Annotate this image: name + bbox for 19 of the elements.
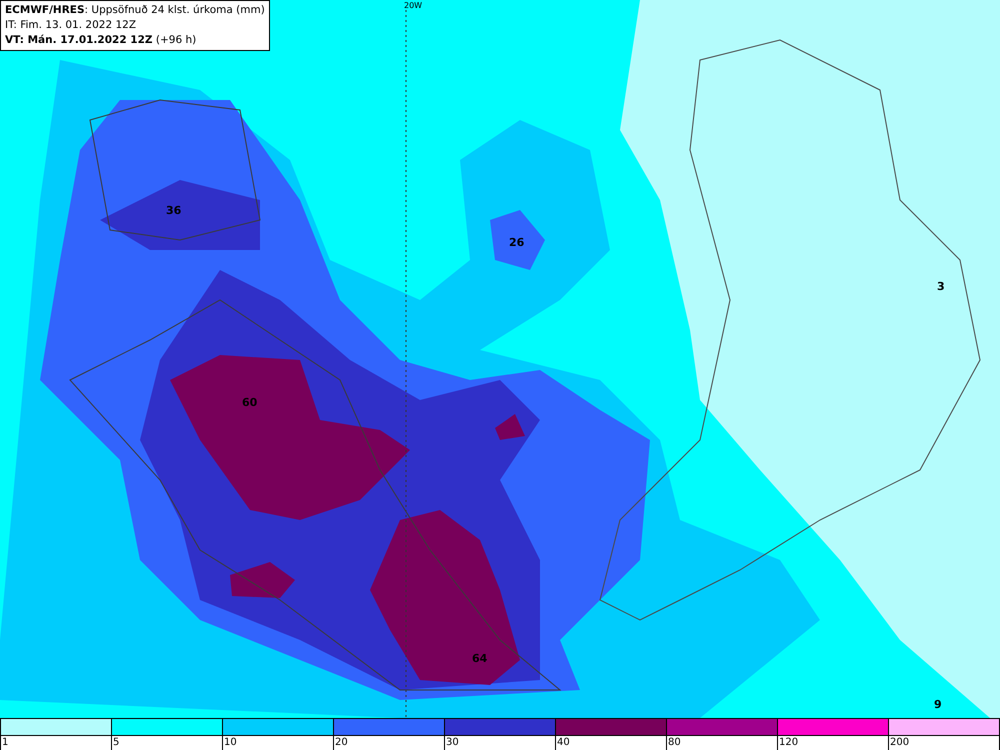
title-line: ECMWF/HRES: Uppsöfnuð 24 klst. úrkoma (mm) [5,3,265,18]
legend-label: 40 [556,736,570,749]
legend-label: 10 [223,736,237,749]
legend-label: 120 [778,736,798,749]
contour-value: 3 [937,280,945,293]
legend-label: 200 [889,736,910,749]
meridian-label: 20W [404,1,422,10]
legend-label: 5 [112,736,120,749]
contour-value: 64 [472,652,488,665]
contour-value: 9 [934,698,942,711]
legend-label: 30 [445,736,459,749]
title-line: VT: Mán. 17.01.2022 12Z (+96 h) [5,33,198,48]
legend-label: 1 [1,736,8,749]
contour-value: 60 [242,396,258,409]
legend-label: 80 [667,736,681,749]
legend-label: 20 [334,736,348,749]
contour-value: 26 [509,236,524,249]
contour-value: 36 [166,204,182,217]
title-line: IT: Fim. 13. 01. 2022 12Z [5,18,138,33]
